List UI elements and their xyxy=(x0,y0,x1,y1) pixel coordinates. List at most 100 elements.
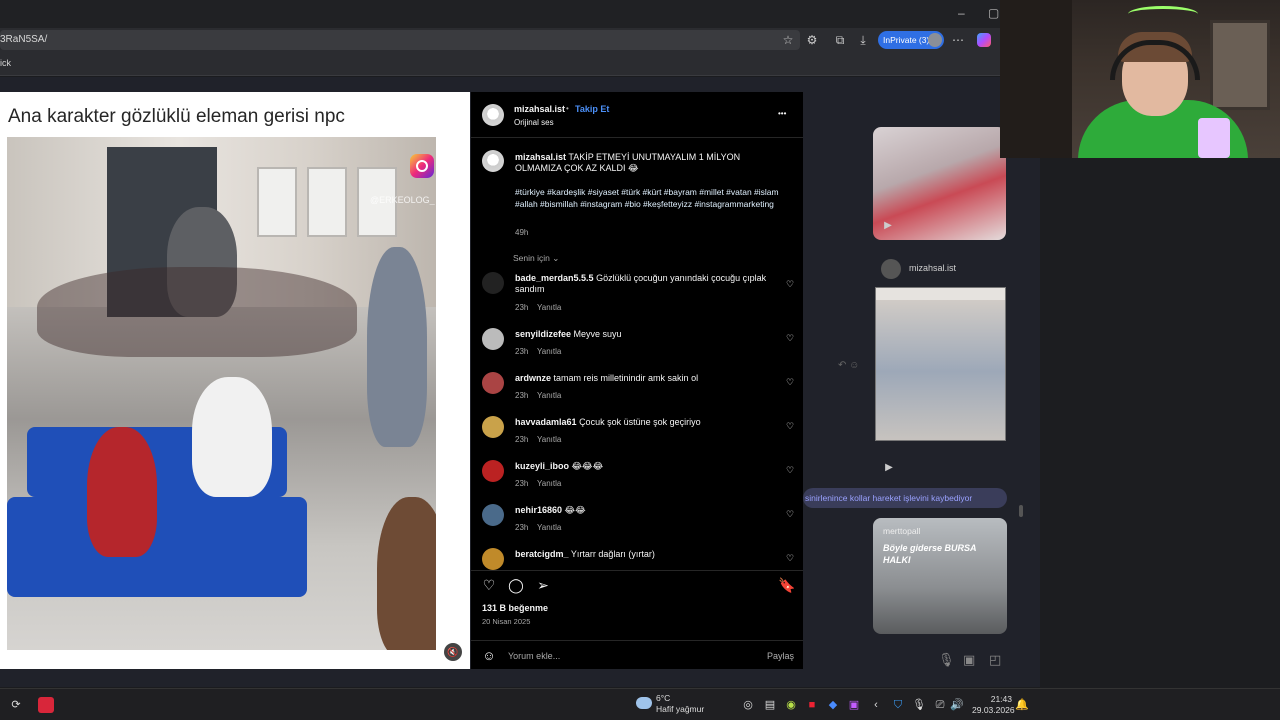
comment-text: tamam reis milletinindir amk sakin ol xyxy=(553,373,699,383)
chat-scrollbar[interactable] xyxy=(1018,90,1024,630)
comment-age: 23h xyxy=(515,347,529,356)
like-comment-icon[interactable]: ♡ xyxy=(785,421,795,431)
post-video[interactable] xyxy=(7,137,436,650)
likes-count[interactable]: 131 B beğenme xyxy=(482,603,548,613)
favorites-item[interactable]: ick xyxy=(0,58,11,68)
comment-avatar[interactable] xyxy=(482,272,504,294)
comment-avatar[interactable] xyxy=(482,372,504,394)
tray-app-icon[interactable]: ▤ xyxy=(762,697,778,713)
microphone-icon[interactable]: 🎙 xyxy=(911,697,927,713)
security-icon[interactable]: ⛉ xyxy=(890,697,906,713)
chat-scrollbar-thumb[interactable] xyxy=(1019,505,1023,517)
tray-app-icon[interactable]: ■ xyxy=(804,697,820,713)
like-comment-icon[interactable]: ♡ xyxy=(785,465,795,475)
comment-sort-dropdown[interactable]: Senin için ⌄ xyxy=(513,253,559,264)
caption-username[interactable]: mizahsal.ist xyxy=(515,152,566,162)
volume-icon[interactable]: 🔊 xyxy=(949,697,965,713)
webcam-background-window xyxy=(1210,20,1270,110)
comment-avatar[interactable] xyxy=(482,416,504,438)
caption-hashtags[interactable]: #türkiye #kardeşlik #siyaset #türk #kürt… xyxy=(515,186,785,210)
like-comment-icon[interactable]: ♡ xyxy=(785,279,795,289)
save-bookmark-icon[interactable]: 🔖 xyxy=(778,577,795,593)
comment-avatar[interactable] xyxy=(482,328,504,350)
network-icon[interactable]: ⎚ xyxy=(932,697,948,713)
like-comment-icon[interactable]: ♡ xyxy=(785,377,795,387)
comment-username[interactable]: beratcigdm_ xyxy=(515,549,569,559)
account-avatar[interactable] xyxy=(482,104,504,126)
weather-widget[interactable]: 6°C Hafif yağmur xyxy=(656,693,704,715)
start-widget-icon[interactable]: ⟳ xyxy=(8,697,24,713)
mute-icon[interactable]: 🔇 xyxy=(444,643,462,661)
extensions-icon[interactable]: ⚙ xyxy=(805,33,819,47)
like-comment-icon[interactable]: ♡ xyxy=(785,553,795,563)
collections-icon[interactable]: ⧉ xyxy=(833,33,847,47)
reply-button[interactable]: Yanıtla xyxy=(537,435,561,444)
emoji-icon[interactable]: ☺ xyxy=(481,648,497,664)
weather-cloud-icon[interactable] xyxy=(636,697,652,709)
video-caption-title: Ana karakter gözlüklü eleman gerisi npc xyxy=(8,106,345,127)
inprivate-button[interactable]: InPrivate (3) xyxy=(878,31,944,49)
tray-app-icon[interactable]: ◉ xyxy=(783,697,799,713)
post-date: 20 Nisan 2025 xyxy=(482,617,531,626)
reply-icon[interactable]: ↶ ☺ xyxy=(838,360,859,371)
comment-username[interactable]: nehir16860 xyxy=(515,505,562,515)
reply-button[interactable]: Yanıtla xyxy=(537,303,561,312)
comment-username[interactable]: kuzeyli_iboo xyxy=(515,461,569,471)
comment-avatar[interactable] xyxy=(482,504,504,526)
comment-username[interactable]: ardwnze xyxy=(515,373,551,383)
follow-button[interactable]: Takip Et xyxy=(575,104,609,114)
sticker-icon[interactable]: ◰ xyxy=(989,652,1001,668)
reel-icon: ▶ xyxy=(884,220,892,231)
account-username[interactable]: mizahsal.ist xyxy=(514,104,565,114)
comment-item: senyildizefee Meyve suyu xyxy=(515,329,775,340)
browser-title-bar: – ▢ xyxy=(0,0,1000,28)
like-icon[interactable]: ♡ xyxy=(481,577,497,593)
image-icon[interactable]: ▣ xyxy=(963,652,975,668)
reply-button[interactable]: Yanıtla xyxy=(537,391,561,400)
download-icon[interactable]: ⤓ xyxy=(856,33,870,47)
comment-username[interactable]: havvadamla61 xyxy=(515,417,577,427)
comment-avatar[interactable] xyxy=(482,460,504,482)
comment-item: havvadamla61 Çocuk şok üstüne şok geçiri… xyxy=(515,417,775,428)
desktop-background xyxy=(1040,158,1280,688)
caption-avatar[interactable] xyxy=(482,150,504,172)
copilot-icon[interactable] xyxy=(977,33,991,47)
chat-message-bubble: sinirlenince kollar hareket işlevini kay… xyxy=(803,488,1007,508)
chevron-down-icon: ⌄ xyxy=(552,253,560,263)
address-bar[interactable]: 3RaN5SA/ xyxy=(0,30,800,50)
more-options-icon[interactable]: ••• xyxy=(778,109,786,118)
tray-overflow-chevron-icon[interactable]: ‹ xyxy=(868,697,884,713)
tray-app-icon[interactable]: ◆ xyxy=(825,697,841,713)
inprivate-label: InPrivate (3) xyxy=(883,35,930,45)
comment-avatar[interactable] xyxy=(482,548,504,570)
video-crowd xyxy=(37,267,357,357)
reply-button[interactable]: Yanıtla xyxy=(537,523,561,532)
comment-username[interactable]: bade_merdan5.5.5 xyxy=(515,273,594,283)
chat-media-thumbnail[interactable]: ▶ xyxy=(873,127,1006,240)
shared-reel-thumbnail[interactable]: merttopall Böyle giderse BURSA HALKI xyxy=(873,518,1007,634)
minimize-icon[interactable]: – xyxy=(958,6,965,20)
app-taskbar-icon[interactable] xyxy=(38,697,54,713)
share-icon[interactable]: ➢ xyxy=(535,577,551,593)
like-comment-icon[interactable]: ♡ xyxy=(785,333,795,343)
audio-label[interactable]: Orijinal ses xyxy=(514,118,554,127)
shared-post-thumbnail[interactable] xyxy=(875,287,1006,441)
system-clock[interactable]: 21:43 29.03.2026 xyxy=(972,694,1015,716)
microphone-icon[interactable]: 🎙 xyxy=(938,652,955,668)
maximize-icon[interactable]: ▢ xyxy=(988,6,999,20)
notification-bell-icon[interactable]: 🔔 xyxy=(1014,697,1030,713)
tray-app-icon[interactable]: ◎ xyxy=(740,697,756,713)
favorite-star-icon[interactable]: ☆ xyxy=(781,33,795,47)
comment-input[interactable]: Yorum ekle... xyxy=(508,651,560,661)
more-menu-icon[interactable]: ⋯ xyxy=(951,33,965,47)
reply-button[interactable]: Yanıtla xyxy=(537,347,561,356)
tray-app-icon[interactable]: ▣ xyxy=(846,697,862,713)
comment-username[interactable]: senyildizefee xyxy=(515,329,571,339)
reply-button[interactable]: Yanıtla xyxy=(537,479,561,488)
comment-icon[interactable]: ◯ xyxy=(508,577,524,593)
like-comment-icon[interactable]: ♡ xyxy=(785,509,795,519)
header-separator: • xyxy=(566,104,569,113)
video-adult xyxy=(367,247,427,447)
post-comment-button[interactable]: Paylaş xyxy=(767,651,794,661)
post-actions: ♡ ◯ ➢ 🔖 131 B beğenme 20 Nisan 2025 xyxy=(471,570,803,640)
